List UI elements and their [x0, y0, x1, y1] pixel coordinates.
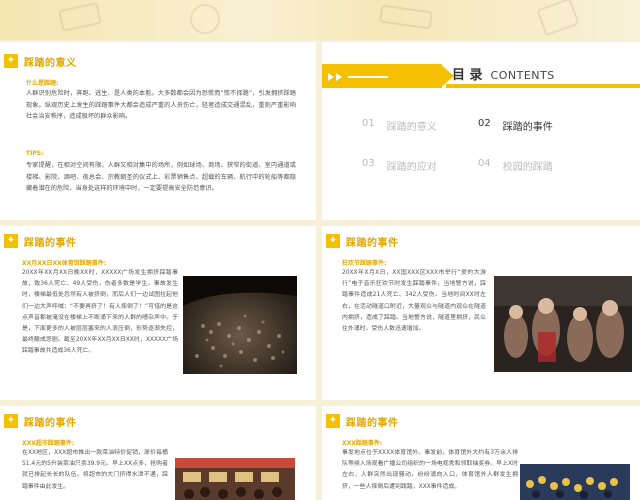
supermarket-image-icon	[175, 458, 295, 500]
crowd-image-icon	[183, 276, 297, 374]
toc-item-number: 02	[478, 118, 491, 129]
toc-item-3[interactable]: 03 踩踏的应对	[362, 158, 437, 173]
runner-icon: ✦	[326, 414, 340, 428]
toc-title: 目 录 CONTENTS	[452, 64, 555, 83]
toc-item-number: 04	[478, 158, 491, 169]
toc-item-1[interactable]: 01 踩踏的意义	[362, 118, 437, 133]
section-subtitle: XX月XX日XX体育馆踩踏事件:	[22, 260, 107, 267]
paragraph: 20XX年X月X日，XX国XXX区XXX市举行“爱的大游行”电子音乐狂欢节时发生…	[342, 270, 486, 333]
background-doodle	[379, 4, 433, 30]
paragraph: 在XX地区，XXX超市推出一款菜油特价促销，原价每桶51.4元的5升装菜油只卖3…	[22, 450, 168, 490]
runner-icon: ✦	[4, 54, 18, 68]
tips-label: TIPS:	[26, 150, 44, 157]
toc-item-label: 踩踏的应对	[386, 162, 437, 173]
toc-underline	[446, 84, 640, 88]
slide-meaning[interactable]: ✦ 踩踏的意义 什么是踩踏: 人群识别危险时，奔跑、逃生、是人类的本能。大多数都…	[0, 42, 316, 220]
slide-title: 踩踏的意义	[24, 57, 77, 69]
slide-contents[interactable]: 目 录 CONTENTS 01 踩踏的意义 02 踩踏的事件 03 踩踏的应对 …	[322, 42, 640, 220]
paragraph: 事发地点位于XXXX体育馆外。事发前，体育馆外大约有3万余人排队等候入场观看广播…	[342, 450, 518, 490]
toc-title-cn: 目 录	[452, 68, 483, 83]
slide-title: 踩踏的事件	[24, 417, 77, 429]
paragraph: 20XX年XX月XX日晚XX时，XXXXX广场发生拥挤踩踏事故，致36人死亡、4…	[22, 270, 178, 355]
crowd-photo	[183, 276, 297, 374]
runner-icon: ✦	[4, 234, 18, 248]
slide-title: 踩踏的事件	[346, 417, 399, 429]
toc-item-label: 踩踏的事件	[502, 122, 553, 133]
toc-accent-bar	[322, 64, 442, 88]
section-subtitle: 什么是踩踏:	[26, 80, 59, 87]
slide-event-stadium[interactable]: ✦ 踩踏的事件 XX月XX日XX体育馆踩踏事件: 20XX年XX月XX日晚XX时…	[0, 226, 316, 400]
background-doodle	[58, 2, 102, 32]
slide-title: 踩踏的事件	[24, 237, 77, 249]
background-doodle	[190, 4, 220, 34]
section-subtitle: 狂欢节踩踏事件:	[342, 260, 387, 267]
background-top-strip	[0, 0, 640, 40]
toc-title-en: CONTENTS	[490, 69, 555, 82]
section-subtitle: XXX踩踏事件:	[342, 440, 383, 447]
slide-event-festival[interactable]: ✦ 踩踏的事件 狂欢节踩踏事件: 20XX年X月X日，XX国XXX区XXX市举行…	[322, 226, 640, 400]
toc-item-4[interactable]: 04 校园的踩踏	[478, 158, 553, 173]
festival-image-icon	[494, 276, 632, 372]
supermarket-photo	[175, 458, 295, 500]
toc-item-2[interactable]: 02 踩踏的事件	[478, 118, 553, 133]
toc-item-label: 踩踏的意义	[386, 122, 437, 133]
background-doodle	[536, 0, 580, 37]
gym-image-icon	[520, 464, 630, 500]
toc-item-number: 03	[362, 158, 375, 169]
paragraph: 专家提醒，在相对空间有限，人群又相对集中的场所，例如球场、商场、狭窄的街道、室内…	[26, 162, 296, 192]
slide-event-supermarket[interactable]: ✦ 踩踏的事件 XXX超市踩踏事件: 在XX地区，XXX超市推出一款菜油特价促销…	[0, 406, 316, 500]
festival-photo	[494, 276, 632, 372]
toc-item-label: 校园的踩踏	[502, 162, 553, 173]
gym-photo	[520, 464, 630, 500]
toc-item-number: 01	[362, 118, 375, 129]
paragraph: 人群识别危险时，奔跑、逃生、是人类的本能。大多数都会因为恐慌而“慌不择路”，引发…	[26, 90, 296, 120]
runner-icon: ✦	[326, 234, 340, 248]
section-subtitle: XXX超市踩踏事件:	[22, 440, 75, 447]
slide-title: 踩踏的事件	[346, 237, 399, 249]
slide-event-gym[interactable]: ✦ 踩踏的事件 XXX踩踏事件: 事发地点位于XXXX体育馆外。事发前，体育馆外…	[322, 406, 640, 500]
runner-icon: ✦	[4, 414, 18, 428]
